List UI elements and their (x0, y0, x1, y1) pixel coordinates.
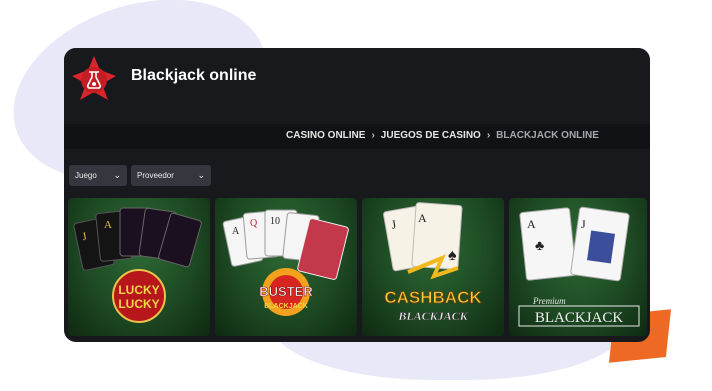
site-logo-icon[interactable] (70, 54, 118, 112)
filter-bar: Juego ⌄ Proveedor ⌄ (69, 165, 211, 186)
breadcrumb-blackjack-online: BLACKJACK ONLINE (496, 130, 599, 141)
svg-text:♠: ♠ (448, 247, 457, 264)
svg-text:J: J (581, 217, 586, 231)
app-window: Blackjack online CASINO ONLINE › JUEGOS … (64, 48, 650, 342)
proveedor-select-label: Proveedor (137, 171, 174, 180)
game-card-premium-blackjack[interactable]: A ♣ J Premium BLACKJACK (509, 198, 647, 336)
svg-text:Q: Q (250, 218, 258, 229)
svg-text:10: 10 (270, 216, 280, 227)
juego-select[interactable]: Juego ⌄ (69, 165, 127, 186)
playing-cards-icon: J A ♠ (383, 202, 463, 272)
svg-text:A: A (104, 219, 112, 231)
svg-text:♣: ♣ (535, 239, 544, 254)
game-logo-text-line-1: BUSTER (259, 284, 313, 299)
chevron-right-icon: › (486, 130, 491, 141)
page-title: Blackjack online (131, 67, 257, 84)
game-logo-text-line-2: BLACKJACK (397, 309, 468, 323)
game-card-lucky-lucky[interactable]: J A LUCKY LUCKY (68, 198, 210, 336)
playing-cards-icon: A ♣ J (519, 206, 630, 282)
chevron-right-icon: › (371, 130, 375, 141)
game-logo-text-line-1: LUCKY (118, 283, 159, 297)
page-header: Blackjack online (64, 48, 650, 124)
game-logo-text-line-1: Premium (532, 296, 566, 306)
game-logo-text-line-2: BLACKJACK (535, 310, 624, 326)
chevron-down-icon: ⌄ (113, 170, 121, 180)
game-logo-text-line-1: CASHBACK (384, 288, 482, 307)
breadcrumb-juegos-de-casino[interactable]: JUEGOS DE CASINO (381, 130, 481, 141)
breadcrumb: CASINO ONLINE › JUEGOS DE CASINO › BLACK… (64, 124, 650, 149)
proveedor-select[interactable]: Proveedor ⌄ (131, 165, 211, 186)
games-grid: J A LUCKY LUCKY A Q 10 BUSTER BLACKJACK … (68, 198, 647, 336)
svg-text:A: A (418, 211, 427, 225)
game-logo-text-line-2: BLACKJACK (264, 303, 308, 310)
game-card-buster-blackjack[interactable]: A Q 10 BUSTER BLACKJACK (215, 198, 357, 336)
playing-cards-icon: J A (73, 207, 202, 271)
juego-select-label: Juego (75, 171, 97, 180)
svg-text:A: A (232, 226, 240, 237)
breadcrumb-casino-online[interactable]: CASINO ONLINE (286, 130, 365, 141)
game-card-cashback-blackjack[interactable]: J A ♠ CASHBACK BLACKJACK (362, 198, 504, 336)
game-logo-text-line-2: LUCKY (118, 297, 159, 311)
svg-text:A: A (527, 217, 536, 231)
chevron-down-icon: ⌄ (197, 170, 205, 180)
